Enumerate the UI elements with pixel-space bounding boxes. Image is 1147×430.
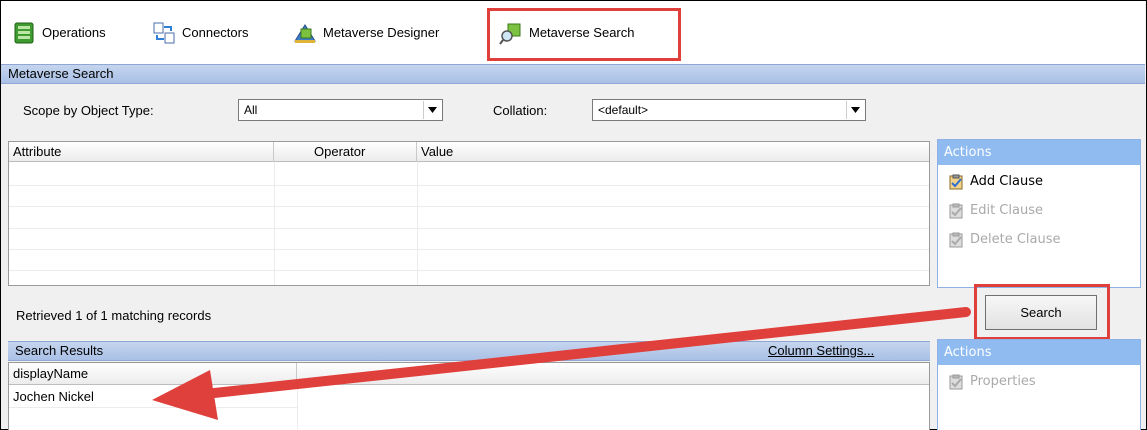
collation-value: <default> [598,103,649,117]
toolbar-operations-label: Operations [42,25,106,40]
metaverse-designer-icon [294,23,316,43]
collation-dropdown-button[interactable] [846,101,864,119]
clipboard-icon [949,374,963,389]
results-grid[interactable]: displayName Jochen Nickel [8,362,930,430]
operations-icon [14,22,34,43]
column-settings-link[interactable]: Column Settings... [768,342,874,360]
grid-row-divider [9,206,929,207]
toolbar-operations-button[interactable]: Operations [12,1,106,64]
toolbar-connectors-button[interactable]: Connectors [152,1,248,64]
add-clause-label: Add Clause [970,174,1043,189]
chevron-down-icon [428,107,437,113]
collation-label: Collation: [493,103,548,118]
grid-row-divider [9,228,929,229]
column-header-value[interactable]: Value [417,142,929,162]
result-displayname-cell: Jochen Nickel [13,389,94,404]
grid-column-divider [417,162,418,285]
grid-column-divider [297,385,298,430]
metaverse-search-highlight [487,8,681,61]
search-button-highlight [974,284,1110,340]
grid-row-divider [9,249,929,250]
clause-grid[interactable]: Attribute Operator Value [8,141,930,286]
scope-value: All [244,103,258,117]
toolbar-metaverse-designer-label: Metaverse Designer [323,25,440,40]
section-title: Metaverse Search [8,66,114,81]
result-actions-title: Actions [938,340,1140,365]
clipboard-icon [949,174,963,189]
search-results-section-bar: Search Results Column Settings... [8,341,930,361]
delete-clause-label: Delete Clause [970,232,1061,247]
toolbar-connectors-label: Connectors [182,25,249,40]
search-results-title: Search Results [15,343,104,358]
metaverse-search-section-bar: Metaverse Search [1,64,1145,84]
edit-clause-label: Edit Clause [970,203,1043,218]
properties-label: Properties [970,374,1036,389]
delete-clause-action[interactable]: Delete Clause [938,225,1140,254]
table-row[interactable]: Jochen Nickel [9,386,297,408]
column-header-displayname[interactable]: displayName [9,363,297,385]
grid-row-divider [9,270,929,271]
clipboard-icon [949,232,963,247]
grid-row-divider [9,185,929,186]
properties-action[interactable]: Properties [938,367,1140,396]
scope-dropdown-button[interactable] [423,101,441,119]
result-actions-pane: Actions Properties [937,339,1141,430]
column-header-attribute[interactable]: Attribute [9,142,274,162]
results-grid-header: displayName [9,363,929,385]
collation-combo[interactable]: <default> [592,99,866,121]
clause-grid-header: Attribute Operator Value [9,142,929,162]
connectors-icon [153,22,175,43]
clipboard-icon [949,203,963,218]
scope-combo[interactable]: All [238,99,443,121]
toolbar-metaverse-designer-button[interactable]: Metaverse Designer [293,1,439,64]
clause-actions-pane: Actions Add Clause Edit Clause Delete Cl… [937,139,1141,288]
add-clause-action[interactable]: Add Clause [938,167,1140,196]
chevron-down-icon [851,107,860,113]
edit-clause-action[interactable]: Edit Clause [938,196,1140,225]
column-header-operator[interactable]: Operator [274,142,417,162]
grid-column-divider [274,162,275,285]
clause-actions-title: Actions [938,140,1140,165]
scope-label: Scope by Object Type: [23,103,154,118]
retrieved-status-text: Retrieved 1 of 1 matching records [16,308,212,323]
